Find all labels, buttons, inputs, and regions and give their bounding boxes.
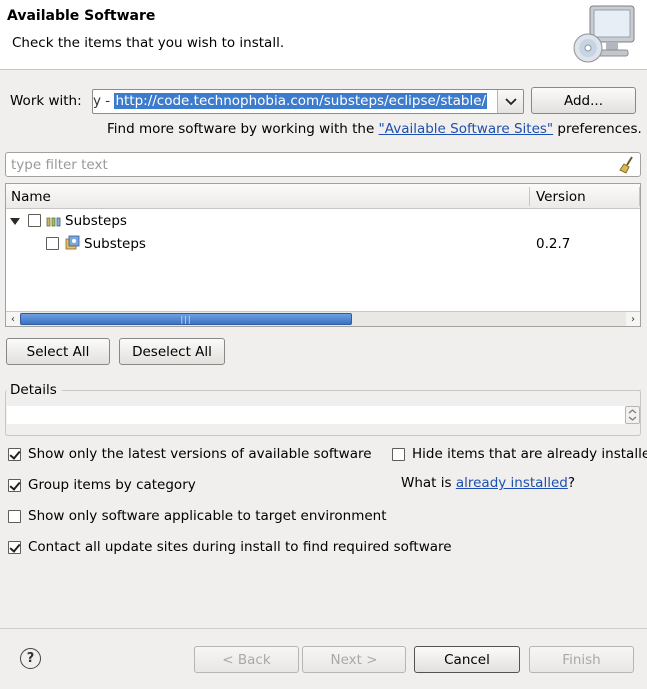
details-divider [62, 390, 641, 391]
find-more-prefix: Find more software by working with the [107, 121, 379, 137]
row-checkbox[interactable] [46, 237, 59, 250]
chevron-down-icon[interactable] [497, 90, 523, 113]
group-by-category-label: Group items by category [28, 477, 196, 493]
details-label: Details [10, 382, 57, 398]
available-software-sites-link[interactable]: "Available Software Sites" [379, 121, 554, 137]
contact-sites-label: Contact all update sites during install … [28, 539, 452, 555]
hide-installed-option[interactable]: Hide items that are already installe [392, 446, 647, 466]
hide-installed-label: Hide items that are already installe [412, 446, 647, 462]
horizontal-scrollbar[interactable]: ‹ ||| › [6, 311, 640, 326]
what-is-suffix: ? [567, 475, 576, 491]
combo-prefix: y - [93, 93, 115, 109]
footer-divider [0, 628, 647, 629]
back-button[interactable]: < Back [194, 646, 299, 673]
column-header-name[interactable]: Name [11, 189, 51, 205]
column-divider[interactable] [529, 187, 530, 206]
find-more-text: Find more software by working with the "… [107, 121, 642, 137]
table-row[interactable]: Substeps 0.2.7 [6, 233, 640, 255]
what-is-installed-text: What is already installed? [401, 475, 575, 491]
find-more-suffix: preferences. [553, 121, 642, 137]
row-checkbox[interactable] [28, 214, 41, 227]
feature-plugin-icon [65, 235, 80, 250]
target-env-checkbox[interactable] [8, 510, 21, 523]
scrollbar-thumb[interactable]: ||| [20, 313, 352, 325]
category-icon [46, 217, 61, 227]
what-is-prefix: What is [401, 475, 456, 491]
next-button[interactable]: Next > [302, 646, 406, 673]
table-row[interactable]: Substeps [6, 210, 640, 232]
row-name: Substeps [84, 236, 146, 252]
add-site-button[interactable]: Add... [531, 87, 636, 114]
expand-arrow-icon[interactable] [10, 218, 20, 225]
select-all-button[interactable]: Select All [6, 338, 110, 365]
combo-selected-url: http://code.technophobia.com/substeps/ec… [114, 93, 488, 109]
column-divider [639, 187, 640, 206]
filter-input[interactable] [9, 155, 609, 174]
latest-versions-checkbox[interactable] [8, 448, 21, 461]
work-with-label: Work with: [10, 93, 82, 109]
already-installed-link[interactable]: already installed [456, 475, 568, 491]
page-subtitle: Check the items that you wish to install… [12, 35, 285, 51]
scroll-left-icon[interactable]: ‹ [6, 312, 20, 326]
row-version: 0.2.7 [536, 236, 571, 252]
software-tree-table[interactable]: Name Version Substeps Substeps 0.2.7 ‹ |… [5, 183, 641, 327]
table-header: Name Version [6, 184, 640, 209]
column-header-version[interactable]: Version [536, 189, 586, 205]
work-with-combo[interactable]: y - http://code.technophobia.com/substep… [92, 89, 524, 114]
contact-sites-checkbox[interactable] [8, 541, 21, 554]
computer-cd-icon [572, 2, 640, 66]
details-scroll-stepper[interactable] [625, 406, 640, 424]
scroll-right-icon[interactable]: › [626, 312, 640, 326]
page-title: Available Software [7, 8, 156, 24]
target-env-label: Show only software applicable to target … [28, 508, 387, 524]
finish-button[interactable]: Finish [529, 646, 634, 673]
row-name: Substeps [65, 213, 127, 229]
deselect-all-button[interactable]: Deselect All [119, 338, 225, 365]
hide-installed-checkbox[interactable] [392, 448, 405, 461]
cancel-button[interactable]: Cancel [414, 646, 520, 673]
clear-filter-icon[interactable] [618, 156, 636, 174]
filter-field[interactable] [5, 152, 641, 177]
help-icon[interactable]: ? [20, 648, 41, 669]
details-text-area[interactable] [7, 406, 639, 424]
group-by-category-checkbox[interactable] [8, 479, 21, 492]
latest-versions-label: Show only the latest versions of availab… [28, 446, 372, 462]
